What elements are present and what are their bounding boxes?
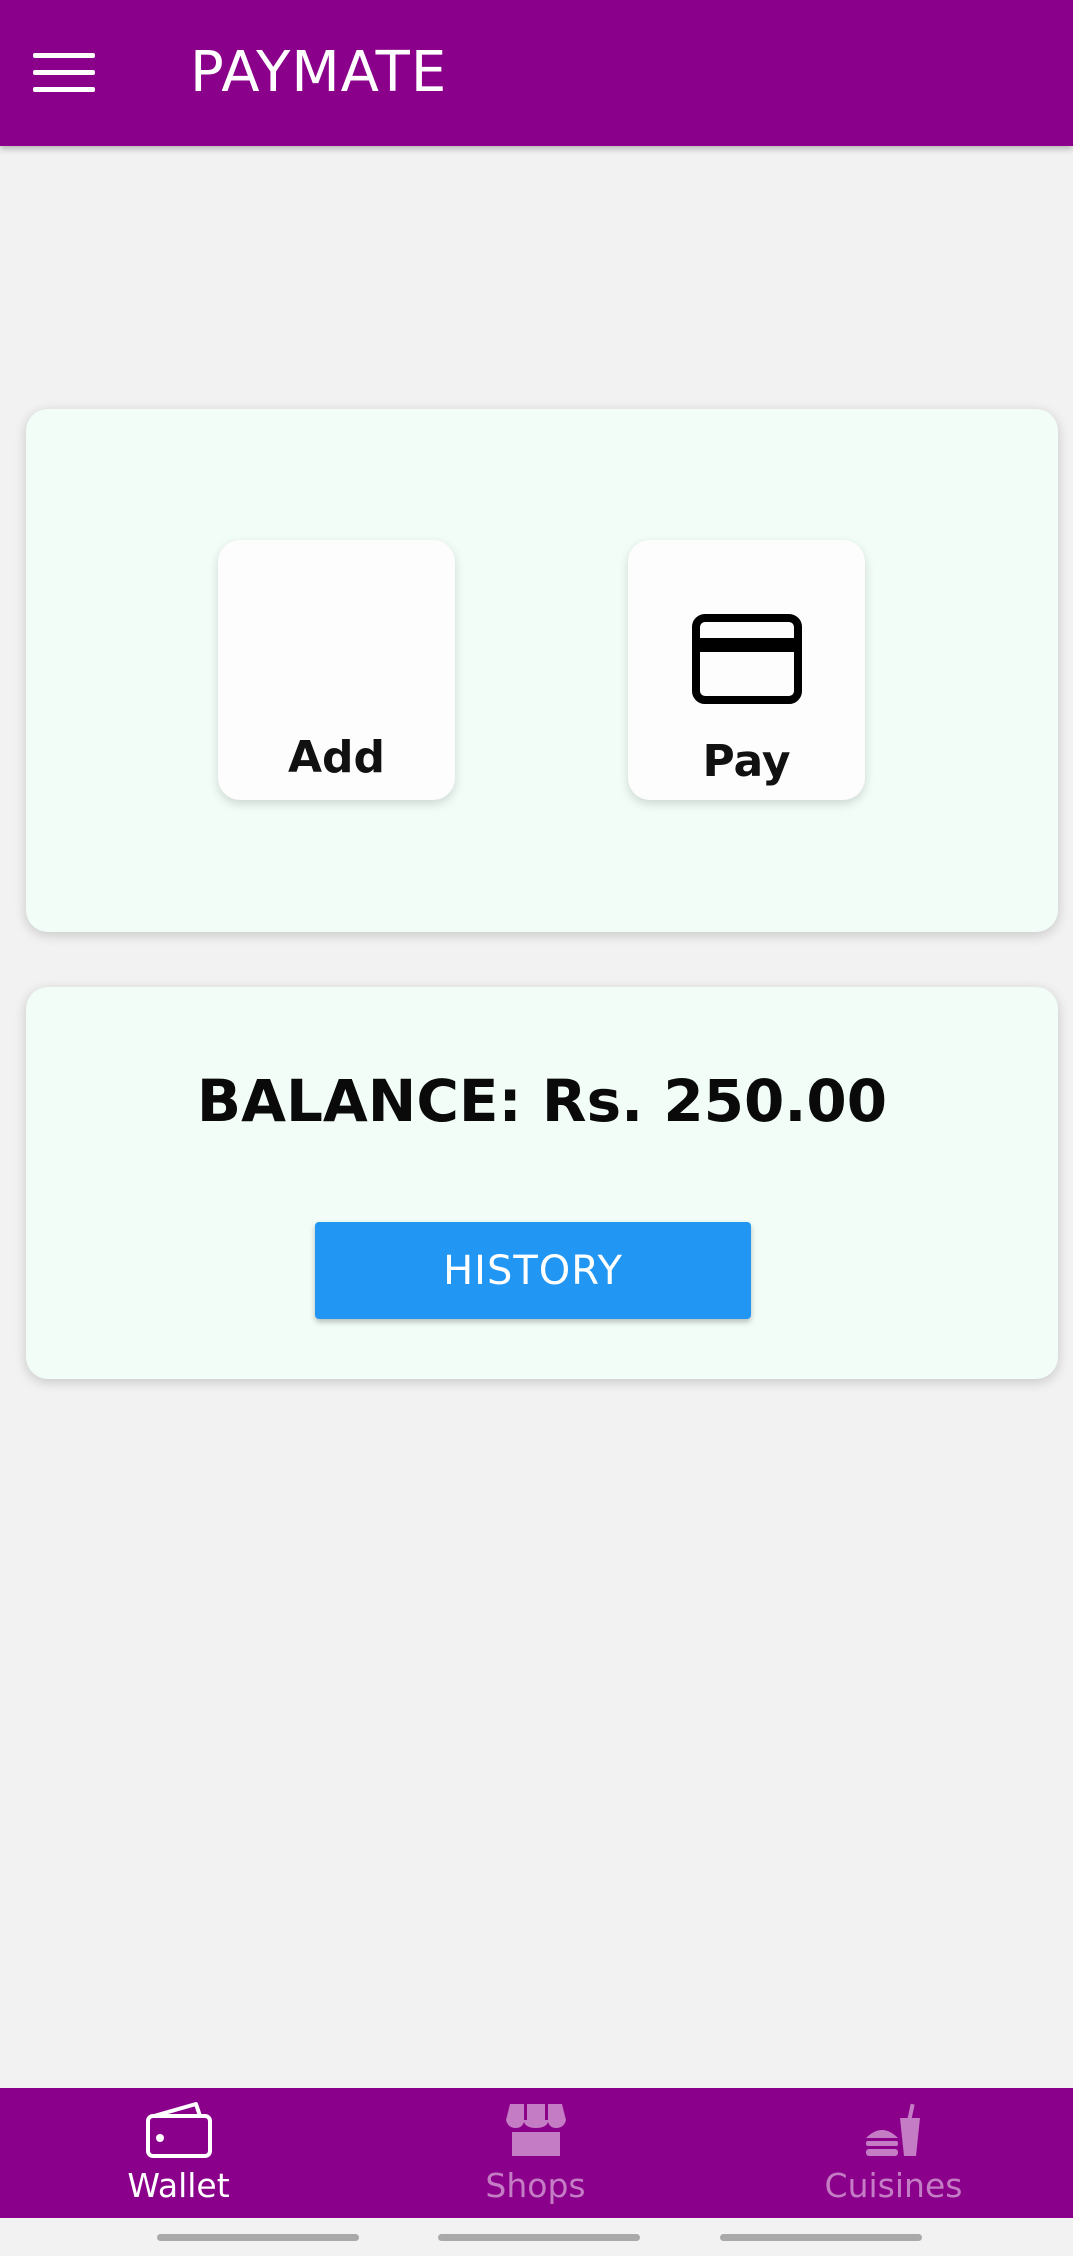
actions-card: Add Pay [26, 409, 1058, 932]
nav-label-shops: Shops [485, 2166, 586, 2205]
bottom-navigation: Wallet Shops Cuisines [0, 2088, 1073, 2218]
app-title: PAYMATE [190, 40, 448, 105]
system-navigation-bar [0, 2218, 1073, 2256]
storefront-icon [505, 2104, 566, 2156]
credit-card-icon [692, 614, 802, 704]
nav-item-shops[interactable]: Shops [357, 2088, 714, 2218]
history-button[interactable]: HISTORY [315, 1222, 751, 1319]
pay-button[interactable]: Pay [628, 540, 865, 800]
balance-text: BALANCE: Rs. 250.00 [196, 1067, 888, 1135]
nav-label-wallet: Wallet [127, 2166, 230, 2205]
gesture-handle[interactable] [438, 2234, 640, 2241]
fastfood-icon [865, 2103, 920, 2156]
menu-button[interactable] [28, 43, 100, 103]
nav-item-cuisines[interactable]: Cuisines [715, 2088, 1072, 2218]
gesture-handle[interactable] [720, 2234, 922, 2241]
pay-label: Pay [702, 736, 791, 787]
nav-item-wallet[interactable]: Wallet [0, 2088, 357, 2218]
hamburger-menu-icon [33, 53, 95, 92]
gesture-handle[interactable] [157, 2234, 359, 2241]
add-button[interactable]: Add [218, 540, 455, 800]
nav-label-cuisines: Cuisines [824, 2166, 963, 2205]
add-label: Add [287, 732, 386, 783]
balance-card: BALANCE: Rs. 250.00 HISTORY [26, 987, 1058, 1379]
wallet-icon [145, 2102, 212, 2158]
app-bar: PAYMATE [0, 0, 1073, 146]
